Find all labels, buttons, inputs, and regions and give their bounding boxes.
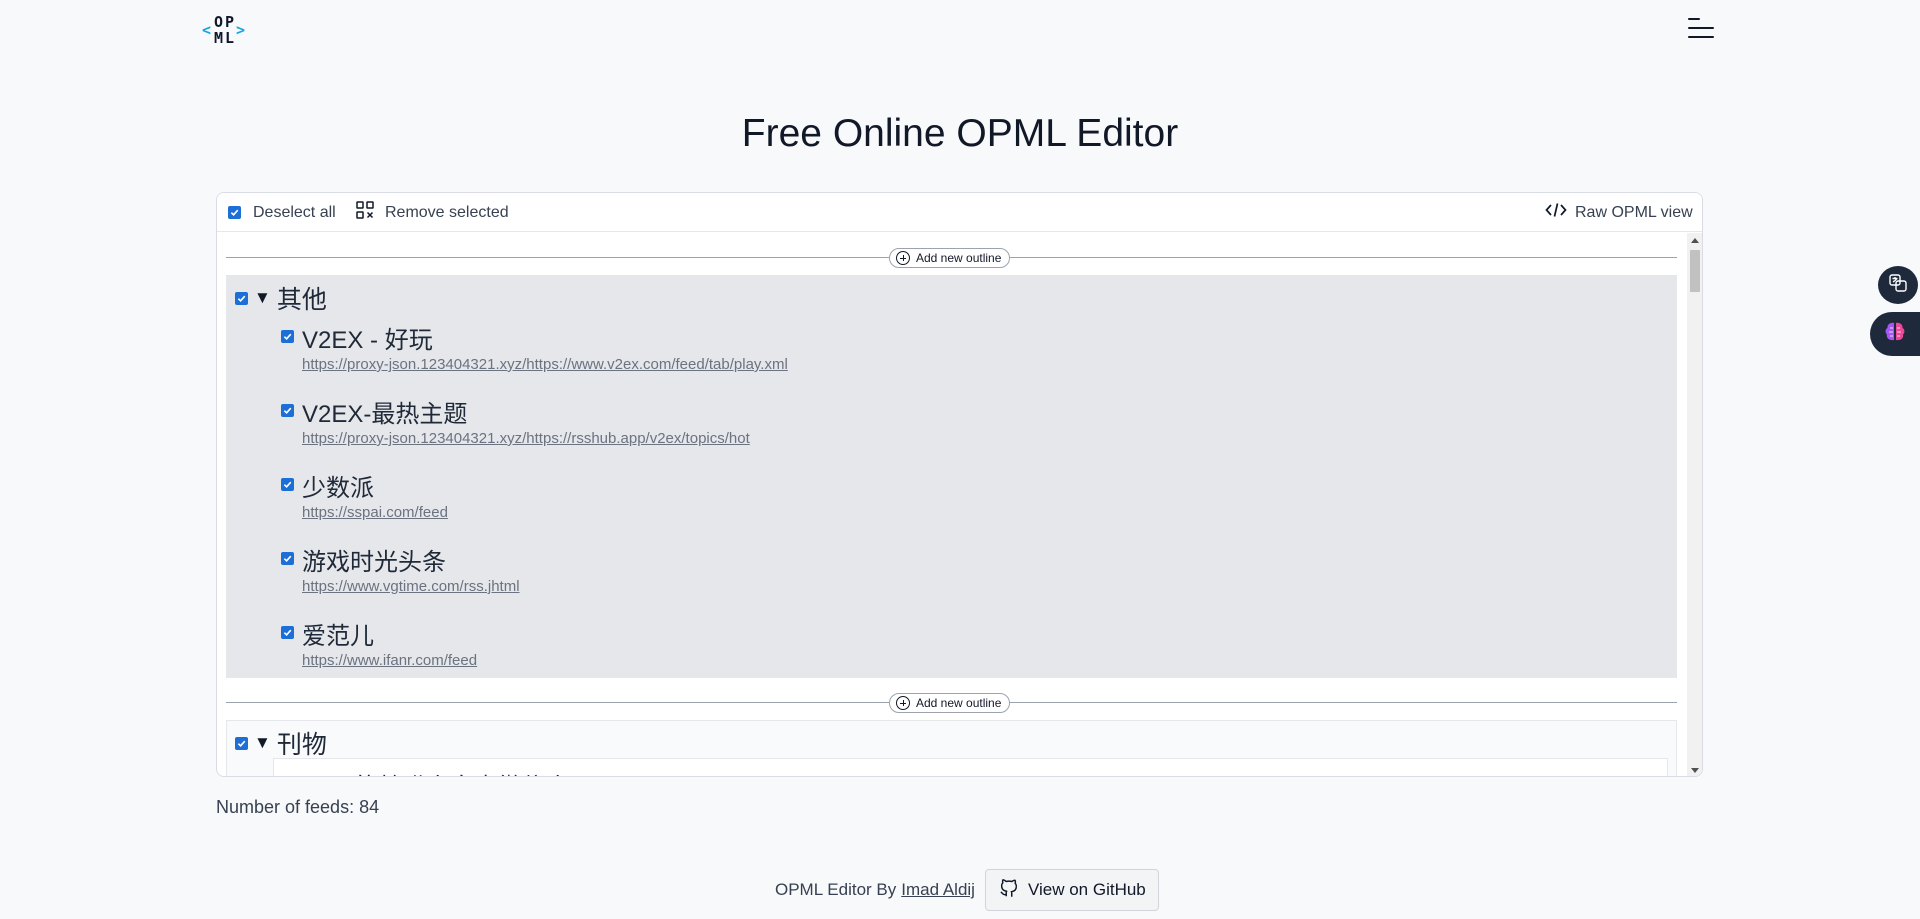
group-checkbox[interactable] bbox=[235, 736, 248, 750]
collapse-triangle-icon[interactable]: ▼ bbox=[254, 733, 271, 753]
feed-title[interactable]: V2EX-最热主题 bbox=[302, 394, 467, 429]
feed-title[interactable]: caoz的梦呓丨自由微信丨FreeWeChat bbox=[303, 767, 705, 776]
raw-opml-view-button[interactable]: Raw OPML view bbox=[1545, 193, 1693, 232]
remove-selected-label: Remove selected bbox=[385, 203, 509, 221]
feed-title[interactable]: 游戏时光头条 bbox=[302, 542, 446, 577]
code-icon bbox=[1545, 202, 1567, 223]
outline-group: ▼ 其他 V2EX - 好玩 https://proxy-json.123404… bbox=[226, 275, 1677, 678]
menu-icon[interactable] bbox=[1688, 16, 1718, 42]
feed-checkbox[interactable] bbox=[281, 330, 294, 343]
logo-bracket-left: < bbox=[202, 21, 212, 39]
github-icon bbox=[998, 877, 1020, 904]
nested-outline: caoz的梦呓丨自由微信丨FreeWeChat bbox=[273, 758, 1668, 776]
logo-bracket-right: > bbox=[236, 21, 246, 39]
feed-url-link[interactable]: https://www.ifanr.com/feed bbox=[302, 652, 477, 669]
github-button-label: View on GitHub bbox=[1027, 880, 1146, 899]
translate-icon bbox=[1888, 273, 1908, 298]
add-new-outline-label: Add new outline bbox=[916, 251, 1002, 265]
outline-scroll-area[interactable]: Add new outline ▼ 其他 V2EX - 好玩 https://p… bbox=[217, 233, 1702, 776]
logo-text-top: OP bbox=[214, 13, 237, 31]
footer: OPML Editor By Imad Aldij View on GitHub bbox=[775, 869, 1159, 911]
feed-checkbox[interactable] bbox=[281, 552, 294, 565]
outline-group: ▼ 刊物 caoz的梦呓丨自由微信丨FreeWeChat bbox=[226, 720, 1677, 776]
scroll-down-arrow[interactable] bbox=[1691, 768, 1699, 773]
deselect-all-checkbox[interactable] bbox=[228, 206, 241, 219]
top-bar: < OP ML > bbox=[0, 0, 1920, 62]
feed-title[interactable]: 少数派 bbox=[302, 468, 374, 503]
ai-assistant-button[interactable] bbox=[1870, 312, 1920, 356]
deselect-all-label: Deselect all bbox=[253, 203, 336, 221]
feed-title[interactable]: V2EX - 好玩 bbox=[302, 320, 433, 355]
qr-remove-icon bbox=[355, 200, 375, 225]
page-title: Free Online OPML Editor bbox=[741, 112, 1179, 155]
add-new-outline-button[interactable]: Add new outline bbox=[889, 693, 1011, 713]
feed-checkbox[interactable] bbox=[281, 478, 294, 491]
translate-button[interactable] bbox=[1878, 266, 1918, 304]
group-header: ▼ 刊物 bbox=[235, 728, 327, 759]
feed-checkbox[interactable] bbox=[281, 404, 294, 417]
logo-text-bottom: ML bbox=[214, 29, 237, 47]
add-outline-row: Add new outline bbox=[226, 247, 1677, 269]
view-on-github-button[interactable]: View on GitHub bbox=[984, 869, 1159, 911]
plus-circle-icon bbox=[896, 696, 910, 710]
scrollbar[interactable] bbox=[1687, 233, 1702, 776]
deselect-all-button[interactable]: Deselect all bbox=[228, 193, 336, 232]
scroll-up-arrow[interactable] bbox=[1691, 238, 1699, 243]
opml-editor: Deselect all Remove selected Raw OPML vi… bbox=[216, 192, 1703, 777]
add-new-outline-label: Add new outline bbox=[916, 696, 1002, 710]
logo[interactable]: < OP ML > bbox=[202, 15, 246, 49]
remove-selected-button[interactable]: Remove selected bbox=[355, 193, 509, 232]
feed-url-link[interactable]: https://sspai.com/feed bbox=[302, 504, 448, 521]
raw-opml-view-label: Raw OPML view bbox=[1575, 203, 1693, 221]
feed-url-link[interactable]: https://proxy-json.123404321.xyz/https:/… bbox=[302, 430, 750, 447]
editor-toolbar: Deselect all Remove selected Raw OPML vi… bbox=[217, 193, 1702, 232]
plus-circle-icon bbox=[896, 251, 910, 265]
brain-icon bbox=[1882, 320, 1908, 349]
feeds-count: Number of feeds: 84 bbox=[216, 797, 380, 817]
feed-url-link[interactable]: https://proxy-json.123404321.xyz/https:/… bbox=[302, 356, 788, 373]
feed-url-link[interactable]: https://www.vgtime.com/rss.jhtml bbox=[302, 578, 520, 595]
feed-checkbox[interactable] bbox=[281, 626, 294, 639]
group-title: 其他 bbox=[276, 286, 327, 314]
collapse-triangle-icon[interactable]: ▼ bbox=[254, 288, 271, 308]
group-checkbox[interactable] bbox=[235, 291, 248, 305]
scroll-thumb[interactable] bbox=[1690, 250, 1700, 292]
group-title: 刊物 bbox=[276, 731, 327, 759]
footer-by-text: OPML Editor By bbox=[775, 880, 897, 899]
add-new-outline-button[interactable]: Add new outline bbox=[889, 248, 1011, 268]
author-link[interactable]: Imad Aldij bbox=[901, 880, 975, 900]
feed-title[interactable]: 爱范儿 bbox=[302, 616, 374, 651]
group-header: ▼ 其他 bbox=[235, 283, 327, 314]
add-outline-row: Add new outline bbox=[226, 692, 1677, 714]
